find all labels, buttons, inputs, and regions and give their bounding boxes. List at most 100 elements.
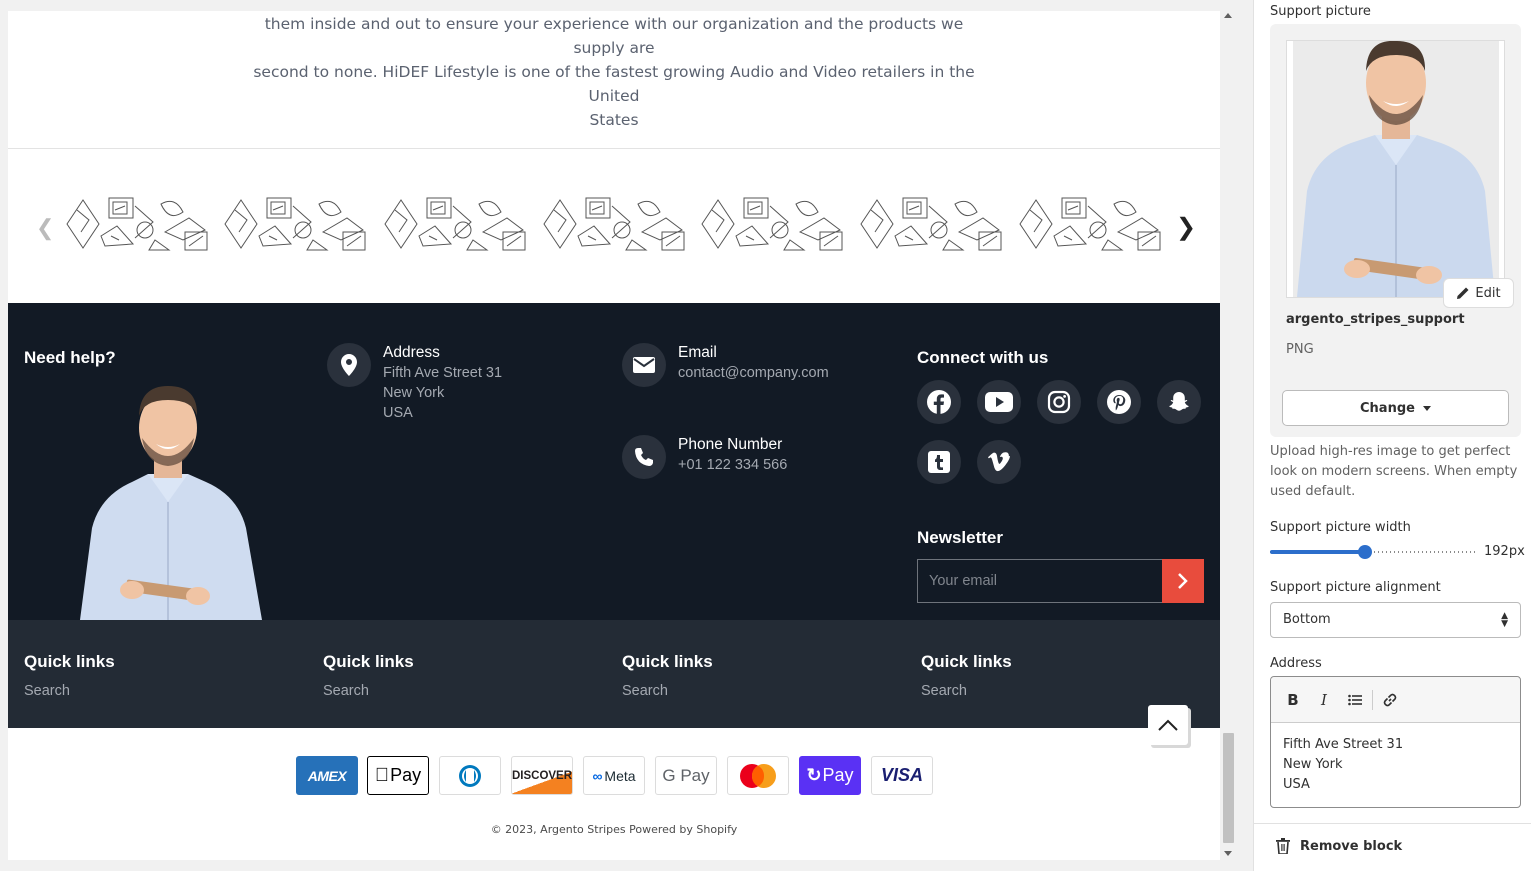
picture-width-slider[interactable]: [1270, 544, 1476, 560]
bullet-list-icon[interactable]: [1344, 689, 1366, 711]
tumblr-icon[interactable]: [917, 440, 961, 484]
need-help-heading: Need help?: [24, 348, 116, 367]
quick-links-heading: Quick links: [622, 652, 713, 671]
search-link[interactable]: Search: [24, 683, 70, 699]
file-name: argento_stripes_support: [1286, 312, 1465, 327]
payment-label: G Pay: [662, 765, 710, 785]
remove-block-label: Remove block: [1300, 838, 1403, 854]
address-editor-content[interactable]: Fifth Ave Street 31 New York USA: [1283, 735, 1403, 795]
facebook-icon[interactable]: [917, 380, 961, 424]
about-text-line: second to none. HiDEF Lifestyle is one o…: [253, 63, 975, 105]
youtube-icon[interactable]: [977, 380, 1021, 424]
about-text-line: them inside and out to ensure your exper…: [264, 15, 964, 57]
payment-label: Pay: [382, 765, 421, 785]
envelope-icon: [622, 343, 666, 387]
divider: [1254, 823, 1531, 824]
about-text-line: States: [589, 111, 639, 129]
picture-alignment-select[interactable]: Bottom ▲ ▼: [1270, 602, 1521, 638]
newsletter-submit-button[interactable]: [1162, 559, 1204, 603]
quick-links-column: Quick links Search: [921, 652, 1012, 700]
brand-logo[interactable]: [65, 196, 211, 254]
brand-logo[interactable]: [1018, 196, 1164, 254]
meta-pay-payment-icon: ∞ Meta: [583, 756, 645, 795]
newsletter-heading: Newsletter: [917, 528, 1003, 547]
brand-logo[interactable]: [383, 196, 529, 254]
connect-heading: Connect with us: [917, 348, 1049, 367]
chevron-up-icon: [1158, 719, 1178, 731]
change-image-button[interactable]: Change: [1282, 390, 1509, 426]
slider-fill: [1270, 550, 1365, 554]
newsletter-form: [917, 559, 1204, 603]
scroll-up-arrow[interactable]: [1224, 13, 1232, 18]
slider-handle[interactable]: [1357, 545, 1372, 559]
address-editor-line: New York: [1283, 757, 1343, 772]
change-label: Change: [1360, 400, 1415, 416]
about-text: them inside and out to ensure your exper…: [8, 11, 1220, 132]
picture-width-label: Support picture width: [1270, 520, 1411, 535]
copyright-text: © 2023, Argento Stripes Powered by Shopi…: [490, 823, 738, 836]
select-value: Bottom: [1283, 612, 1331, 627]
search-link[interactable]: Search: [921, 683, 967, 699]
scrollbar-thumb[interactable]: [1223, 733, 1234, 843]
support-person-image: [80, 386, 262, 620]
link-icon[interactable]: [1379, 689, 1401, 711]
visa-payment-icon: VISA: [871, 756, 933, 795]
brand-logo[interactable]: [700, 196, 846, 254]
email-title: Email: [678, 344, 717, 361]
editor-toolbar: B I: [1271, 677, 1520, 723]
back-to-top-button[interactable]: [1148, 705, 1188, 745]
snapchat-icon[interactable]: [1157, 380, 1201, 424]
remove-block-button[interactable]: Remove block: [1276, 838, 1402, 854]
instagram-icon[interactable]: [1037, 380, 1081, 424]
pinterest-icon[interactable]: [1097, 380, 1141, 424]
footer-quick-links: Quick links Search Quick links Search Qu…: [8, 620, 1220, 728]
quick-links-heading: Quick links: [921, 652, 1012, 671]
quick-links-column: Quick links Search: [323, 652, 414, 700]
divider: [8, 148, 1220, 149]
settings-panel: Support picture Edit argento_stripes_sup…: [1254, 0, 1531, 871]
diners-club-payment-icon: [439, 756, 501, 795]
image-thumbnail[interactable]: Edit: [1286, 40, 1514, 308]
mastercard-payment-icon: [727, 756, 789, 795]
support-picture-preview: [1293, 41, 1499, 297]
storefront-preview: them inside and out to ensure your exper…: [8, 11, 1220, 860]
italic-icon[interactable]: I: [1313, 689, 1335, 711]
newsletter-email-input[interactable]: [918, 560, 1162, 602]
search-link[interactable]: Search: [323, 683, 369, 699]
brand-logo[interactable]: [542, 196, 688, 254]
phone-icon: [622, 435, 666, 479]
edit-label: Edit: [1475, 285, 1501, 301]
address-richtext-editor: B I Fifth Ave Street 31 New York USA: [1270, 676, 1521, 808]
preview-scrollbar[interactable]: [1221, 11, 1237, 860]
payment-label: VISA: [880, 765, 923, 785]
scroll-down-arrow[interactable]: [1224, 851, 1232, 856]
quick-links-column: Quick links Search: [24, 652, 115, 700]
address-line: New York: [383, 385, 445, 401]
support-picture-label: Support picture: [1270, 4, 1371, 19]
image-picker-card: Edit argento_stripes_support PNG Change: [1270, 24, 1521, 437]
email-link[interactable]: contact@company.com: [678, 363, 829, 383]
address-editor-line: USA: [1283, 777, 1310, 792]
amex-payment-icon: AMEX: [296, 756, 358, 795]
logo-carousel: ❮ ❯: [8, 151, 1220, 303]
brand-logo[interactable]: [223, 196, 369, 254]
address-line: Fifth Ave Street 31: [383, 365, 503, 381]
address-editor-line: Fifth Ave Street 31: [1283, 737, 1404, 752]
search-link[interactable]: Search: [622, 683, 668, 699]
discover-payment-icon: DISCOVER: [511, 756, 573, 795]
picture-alignment-label: Support picture alignment: [1270, 580, 1441, 595]
address-line: USA: [383, 405, 413, 421]
payment-label: Meta: [604, 767, 636, 784]
vimeo-icon[interactable]: [977, 440, 1021, 484]
chevron-right-icon[interactable]: ❯: [1176, 213, 1196, 242]
edit-image-button[interactable]: Edit: [1443, 278, 1514, 308]
google-pay-payment-icon: G Pay: [655, 756, 717, 795]
payment-label: DISCOVER: [511, 769, 573, 782]
chevron-left-icon[interactable]: ❮: [36, 215, 54, 241]
upload-help-text: Upload high-res image to get perfect loo…: [1270, 444, 1518, 499]
address-label: Address: [1270, 656, 1322, 671]
bold-icon[interactable]: B: [1282, 689, 1304, 711]
address-title: Address: [383, 344, 440, 361]
brand-logo[interactable]: [859, 196, 1005, 254]
phone-link[interactable]: +01 122 334 566: [678, 455, 787, 475]
